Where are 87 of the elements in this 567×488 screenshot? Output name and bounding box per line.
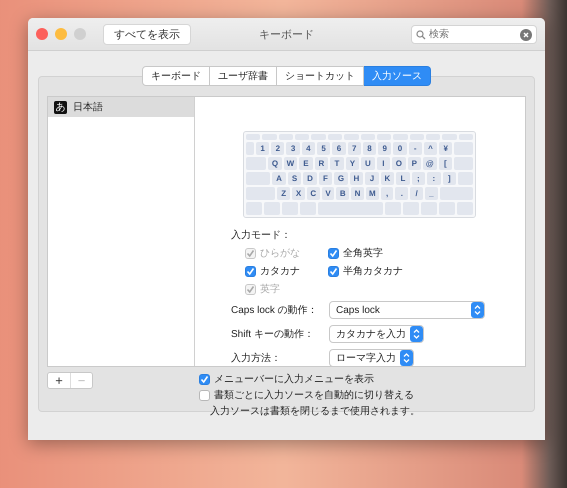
keyboard-key: : <box>427 172 441 185</box>
zoom-button[interactable] <box>74 28 86 40</box>
popup-menu[interactable]: ローマ字入力 <box>329 349 414 366</box>
checkbox[interactable] <box>328 266 339 276</box>
keyboard-key: 0 <box>393 142 407 155</box>
keyboard-key: D <box>303 172 317 185</box>
option-checkbox[interactable]: 書類ごとに入力ソースを自動的に切り替える <box>199 388 420 402</box>
input-mode-checkbox[interactable]: 半角カタカナ <box>328 264 525 278</box>
keyboard-key: 5 <box>317 142 330 155</box>
keyboard-key: O <box>392 157 406 170</box>
keyboard-key: U <box>361 157 375 170</box>
keyboard-key: J <box>365 172 379 185</box>
keyboard-key: Y <box>346 157 360 170</box>
keyboard-key: M <box>366 187 379 200</box>
keyboard-key: @ <box>423 157 437 170</box>
blank-key <box>456 202 474 215</box>
keyboard-key: ^ <box>424 142 438 155</box>
keyboard-key: ] <box>442 172 456 185</box>
input-mode-checkbox[interactable]: カタカナ <box>245 264 328 278</box>
tab[interactable]: ユーザ辞書 <box>210 66 277 86</box>
keyboard-key: P <box>408 157 422 170</box>
note-text: 入力ソースは書類を閉じるまで使用されます。 <box>210 404 420 418</box>
keyboard-key: X <box>292 187 305 200</box>
sidebar-item[interactable]: あ 日本語 <box>48 97 194 117</box>
minimize-button[interactable] <box>55 28 67 40</box>
keyboard-key: . <box>395 187 408 200</box>
input-mode-label: 入力モード： <box>231 230 291 241</box>
popup-menu[interactable]: カタカナを入力 <box>329 325 424 343</box>
blank-key <box>458 134 474 140</box>
keyboard-key: Q <box>268 157 282 170</box>
keyboard-key: I <box>376 157 390 170</box>
stepper-arrows-icon <box>410 326 423 342</box>
checkbox[interactable] <box>245 266 256 276</box>
keyboard-key: K <box>380 172 394 185</box>
keyboard-key: 3 <box>286 142 300 155</box>
show-all-button[interactable]: すべてを表示 <box>103 24 191 44</box>
keyboard-key: L <box>396 172 410 185</box>
keyboard-key: V <box>322 187 334 200</box>
keyboard-key: F <box>318 172 332 185</box>
setting-label: Shift キーの動作： <box>231 328 315 341</box>
input-source-icon: あ <box>54 100 67 114</box>
keyboard-key: ¥ <box>439 142 452 155</box>
keyboard-key: B <box>336 187 350 200</box>
keyboard-key: 1 <box>256 142 270 155</box>
keyboard-key: H <box>350 172 364 185</box>
keyboard-key: C <box>306 187 320 200</box>
blank-key <box>246 134 260 140</box>
checkbox[interactable] <box>328 248 339 258</box>
keyboard-key: G <box>334 172 348 185</box>
keyboard-key: N <box>351 187 364 200</box>
keyboard-key: Z <box>277 187 290 200</box>
item-label: 日本語 <box>73 100 103 114</box>
keyboard-key: 6 <box>332 142 346 155</box>
keyboard-key: S <box>288 172 302 185</box>
close-button[interactable] <box>36 28 48 40</box>
keyboard-key: W <box>284 157 298 170</box>
list-button[interactable]: + <box>48 373 70 388</box>
keyboard-key: / <box>410 187 424 200</box>
clear-icon[interactable] <box>520 28 532 40</box>
keyboard-key: ; <box>412 172 426 185</box>
keyboard-key: 8 <box>362 142 376 155</box>
search-icon <box>416 30 426 40</box>
keyboard-key: _ <box>425 187 438 200</box>
keyboard-key: A <box>272 172 286 185</box>
window-title: キーボード <box>259 28 314 42</box>
option-checkbox[interactable]: メニューバーに入力メニューを表示 <box>199 372 420 386</box>
keyboard-key: R <box>314 157 328 170</box>
keyboard-key: E <box>299 157 313 170</box>
keyboard-key: 7 <box>348 142 361 155</box>
search-field[interactable]: 検索 <box>411 24 537 44</box>
setting-label: Caps lock の動作： <box>231 304 319 317</box>
checkbox[interactable] <box>199 390 210 400</box>
keyboard-key: 2 <box>271 142 284 155</box>
tab[interactable]: ショートカット <box>277 66 364 86</box>
keyboard-key: , <box>380 187 394 200</box>
checkbox[interactable] <box>199 374 210 384</box>
popup-menu[interactable]: Caps lock <box>329 301 485 319</box>
keyboard-key: 4 <box>302 142 316 155</box>
keyboard-key: - <box>408 142 422 155</box>
input-mode-checkbox[interactable]: 全角英字 <box>328 246 525 260</box>
setting-label: 入力方法： <box>231 352 282 365</box>
tab[interactable]: キーボード <box>142 66 210 86</box>
keyboard-key: 9 <box>378 142 392 155</box>
keyboard-key: T <box>330 157 344 170</box>
stepper-arrows-icon <box>471 302 484 318</box>
blank-key <box>246 202 262 215</box>
keyboard-key: [ <box>438 157 452 170</box>
